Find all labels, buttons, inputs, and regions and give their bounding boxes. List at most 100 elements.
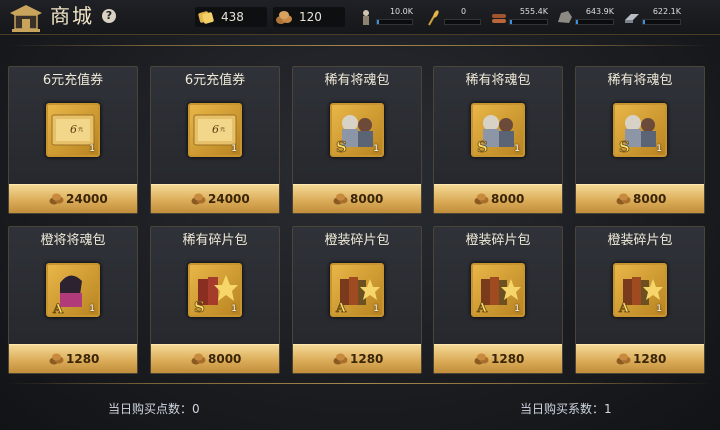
item-slot[interactable]: A 1	[471, 263, 525, 317]
coin-icon	[616, 193, 631, 205]
svg-text:A: A	[476, 301, 488, 315]
svg-text:A: A	[618, 301, 630, 315]
item-name: 橙将将魂包	[40, 233, 106, 248]
item-name: 橙装碎片包	[324, 233, 390, 248]
item-slot[interactable]: S 1	[330, 103, 384, 157]
shop-item-card[interactable]: 稀有将魂包 S 1 8000	[292, 66, 422, 214]
svg-text:元: 元	[220, 127, 225, 133]
resource-stone: 643.9K	[556, 6, 614, 28]
wood-icon	[492, 14, 506, 23]
price-button[interactable]: 8000	[576, 184, 704, 213]
resource-grain: 0	[425, 6, 481, 28]
shop-item-card[interactable]: 稀有将魂包 S 1 8000	[575, 66, 705, 214]
daily-factor: 当日购买系数：1	[520, 400, 612, 417]
item-price: 1280	[491, 352, 525, 366]
svg-text:6: 6	[70, 123, 77, 136]
item-quantity: 1	[656, 144, 662, 154]
coin-icon	[191, 193, 206, 205]
price-button[interactable]: 8000	[434, 184, 562, 213]
price-button[interactable]: 1280	[9, 344, 137, 373]
item-name: 橙装碎片包	[607, 233, 673, 248]
item-quantity: 1	[373, 144, 379, 154]
item-name: 稀有将魂包	[607, 73, 673, 88]
page-title: 商城	[50, 4, 94, 28]
item-slot[interactable]: S 1	[188, 263, 242, 317]
daily-points-label: 当日购买点数：	[108, 402, 193, 416]
gold-value: 438	[221, 10, 244, 24]
stone-icon	[558, 11, 572, 23]
item-price: 1280	[350, 352, 384, 366]
coin-icon	[49, 193, 64, 205]
item-name: 橙装碎片包	[465, 233, 531, 248]
item-quantity: 1	[656, 304, 662, 314]
item-price: 24000	[66, 192, 108, 206]
price-button[interactable]: 24000	[151, 184, 279, 213]
shop-item-card[interactable]: 橙装碎片包 A 1 1280	[292, 226, 422, 374]
item-slot[interactable]: 6元 1	[188, 103, 242, 157]
price-button[interactable]: 8000	[151, 344, 279, 373]
item-price: 8000	[491, 192, 525, 206]
price-button[interactable]: 8000	[293, 184, 421, 213]
svg-text:S: S	[477, 138, 488, 155]
coin-icon	[474, 193, 489, 205]
shop-item-card[interactable]: 6元充值券 6元 1 24000	[8, 66, 138, 214]
daily-factor-value: 1	[604, 402, 612, 416]
resource-wood: 555.4K	[490, 6, 548, 28]
svg-text:6: 6	[212, 123, 219, 136]
daily-points-value: 0	[192, 402, 200, 416]
shop-item-card[interactable]: 稀有碎片包 S 1 8000	[150, 226, 280, 374]
top-bar: 商城 ? 438 120 10.0K 0 555.4K 643.9K 622.1…	[0, 0, 720, 35]
soldiers-fill	[377, 20, 379, 24]
item-price: 1280	[633, 352, 667, 366]
coin-icon	[474, 353, 489, 365]
shop-item-card[interactable]: 橙将将魂包 A 1 1280	[8, 226, 138, 374]
item-slot[interactable]: A 1	[46, 263, 100, 317]
iron-icon	[625, 14, 639, 23]
item-slot[interactable]: S 1	[613, 103, 667, 157]
wood-fill	[510, 20, 513, 24]
stone-fill	[576, 20, 579, 24]
item-quantity: 1	[231, 144, 237, 154]
coin-icon	[191, 353, 206, 365]
item-name: 6元充值券	[184, 73, 246, 88]
svg-text:A: A	[335, 301, 347, 315]
item-name: 稀有碎片包	[182, 233, 248, 248]
coin-value: 120	[299, 10, 322, 24]
item-slot[interactable]: S 1	[471, 103, 525, 157]
item-slot[interactable]: 6元 1	[46, 103, 100, 157]
price-button[interactable]: 1280	[576, 344, 704, 373]
coin-icon	[616, 353, 631, 365]
shop-item-card[interactable]: 橙装碎片包 A 1 1280	[433, 226, 563, 374]
item-quantity: 1	[514, 304, 520, 314]
help-icon[interactable]: ?	[102, 9, 116, 23]
svg-text:A: A	[52, 302, 64, 315]
svg-text:S: S	[194, 298, 205, 315]
frame-divider-top	[8, 45, 712, 46]
shop-item-card[interactable]: 稀有将魂包 S 1 8000	[433, 66, 563, 214]
resource-iron: 622.1K	[623, 6, 681, 28]
shop-emblem-icon	[10, 5, 42, 32]
daily-factor-label: 当日购买系数：	[520, 402, 605, 416]
svg-text:S: S	[336, 138, 347, 155]
shop-item-card[interactable]: 6元充值券 6元 1 24000	[150, 66, 280, 214]
item-slot[interactable]: A 1	[330, 263, 384, 317]
coin-icon	[333, 193, 348, 205]
iron-fill	[643, 20, 646, 24]
item-name: 6元充值券	[42, 73, 104, 88]
item-slot[interactable]: A 1	[613, 263, 667, 317]
price-button[interactable]: 1280	[434, 344, 562, 373]
coin-icon	[333, 353, 348, 365]
gold-currency: 438	[195, 7, 267, 27]
soldier-icon	[363, 10, 369, 25]
price-button[interactable]: 24000	[9, 184, 137, 213]
item-price: 8000	[633, 192, 667, 206]
item-quantity: 1	[89, 304, 95, 314]
price-button[interactable]: 1280	[293, 344, 421, 373]
svg-text:S: S	[619, 138, 630, 155]
daily-points: 当日购买点数：0	[108, 400, 200, 417]
item-name: 稀有将魂包	[324, 73, 390, 88]
coin-icon	[49, 353, 64, 365]
shop-item-card[interactable]: 橙装碎片包 A 1 1280	[575, 226, 705, 374]
item-price: 24000	[208, 192, 250, 206]
grain-value: 0	[461, 7, 467, 16]
